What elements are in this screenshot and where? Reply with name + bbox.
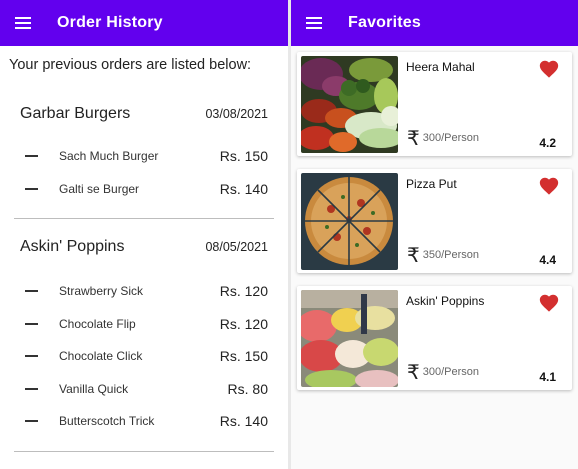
heart-icon[interactable] bbox=[538, 292, 560, 314]
item-name: Vanilla Quick bbox=[59, 381, 129, 396]
menu-button[interactable] bbox=[291, 0, 337, 46]
item-price: Rs. 120 bbox=[219, 283, 268, 300]
card-body: Heera Mahal ₹ 300/Person 4.2 bbox=[398, 56, 568, 152]
order-item: Vanilla Quick Rs. 80 bbox=[20, 373, 268, 406]
item-name: Strawberry Sick bbox=[59, 284, 144, 299]
order-item: Butterscotch Trick Rs. 140 bbox=[20, 405, 268, 438]
item-price: Rs. 140 bbox=[219, 180, 268, 197]
item-name: Chocolate Click bbox=[59, 349, 143, 364]
dash-icon bbox=[25, 155, 38, 158]
ice-cream-photo bbox=[301, 290, 398, 387]
order-divider bbox=[14, 450, 274, 452]
favorite-card[interactable]: Heera Mahal ₹ 300/Person 4.2 bbox=[297, 52, 572, 156]
restaurant-name: Askin' Poppins bbox=[20, 238, 125, 255]
page-title: Favorites bbox=[348, 14, 421, 31]
item-price: Rs. 150 bbox=[219, 348, 268, 365]
item-price: Rs. 140 bbox=[219, 413, 268, 430]
order-card: Askin' Poppins 08/05/2021 Strawberry Sic… bbox=[0, 219, 288, 452]
card-body: Pizza Put ₹ 350/Person 4.4 bbox=[398, 173, 568, 269]
order-date: 03/08/2021 bbox=[205, 107, 268, 121]
menu-icon bbox=[306, 17, 322, 29]
dash-icon bbox=[25, 322, 38, 325]
restaurant-name: Garbar Burgers bbox=[20, 105, 131, 122]
menu-icon bbox=[15, 17, 31, 29]
restaurant-name: Pizza Put bbox=[406, 177, 457, 191]
intro-text: Your previous orders are listed below: bbox=[9, 57, 252, 73]
app-bar: Order History bbox=[0, 0, 288, 46]
pizza-photo bbox=[301, 173, 398, 270]
rating: 4.4 bbox=[539, 253, 556, 267]
restaurant-name: Heera Mahal bbox=[406, 60, 475, 74]
dash-icon bbox=[25, 387, 38, 390]
app-bar: Favorites bbox=[291, 0, 578, 46]
item-name: Chocolate Flip bbox=[59, 316, 136, 331]
dash-icon bbox=[25, 290, 38, 293]
price: ₹ 350/Person bbox=[407, 246, 479, 266]
order-date: 08/05/2021 bbox=[205, 240, 268, 254]
rupee-icon: ₹ bbox=[407, 128, 420, 150]
heart-icon[interactable] bbox=[538, 175, 560, 197]
order-history-screen: Order History Your previous orders are l… bbox=[0, 0, 288, 469]
item-name: Sach Much Burger bbox=[59, 149, 159, 164]
heart-icon[interactable] bbox=[538, 58, 560, 80]
favorites-list: Heera Mahal ₹ 300/Person 4.2 Pizza Put ₹… bbox=[291, 46, 578, 390]
restaurant-name: Askin' Poppins bbox=[406, 294, 485, 308]
item-price: Rs. 150 bbox=[219, 148, 268, 165]
dash-icon bbox=[25, 187, 38, 190]
favorite-card[interactable]: Askin' Poppins ₹ 300/Person 4.1 bbox=[297, 286, 572, 390]
price-per-person: 350/Person bbox=[422, 249, 479, 261]
price-per-person: 300/Person bbox=[422, 132, 479, 144]
order-item: Chocolate Flip Rs. 120 bbox=[20, 308, 268, 341]
favorites-screen: Favorites Heera Mahal ₹ 300/Person 4.2 P… bbox=[291, 0, 578, 469]
page-title: Order History bbox=[57, 14, 163, 31]
dash-icon bbox=[25, 355, 38, 358]
item-name: Galti se Burger bbox=[59, 181, 140, 196]
menu-button[interactable] bbox=[0, 0, 46, 46]
order-header: Askin' Poppins 08/05/2021 bbox=[20, 219, 268, 275]
order-header: Garbar Burgers 03/08/2021 bbox=[20, 84, 268, 140]
rating: 4.2 bbox=[539, 136, 556, 150]
rating: 4.1 bbox=[539, 370, 556, 384]
favorite-card[interactable]: Pizza Put ₹ 350/Person 4.4 bbox=[297, 169, 572, 273]
dash-icon bbox=[25, 420, 38, 423]
item-price: Rs. 120 bbox=[219, 315, 268, 332]
price: ₹ 300/Person bbox=[407, 129, 479, 149]
order-item: Strawberry Sick Rs. 120 bbox=[20, 275, 268, 308]
price-per-person: 300/Person bbox=[422, 366, 479, 378]
order-item: Sach Much Burger Rs. 150 bbox=[20, 140, 268, 173]
order-card: Garbar Burgers 03/08/2021 Sach Much Burg… bbox=[0, 84, 288, 219]
order-item: Chocolate Click Rs. 150 bbox=[20, 340, 268, 373]
item-price: Rs. 80 bbox=[227, 380, 268, 397]
rupee-icon: ₹ bbox=[407, 362, 420, 384]
vegetables-photo bbox=[301, 56, 398, 153]
card-body: Askin' Poppins ₹ 300/Person 4.1 bbox=[398, 290, 568, 386]
item-name: Butterscotch Trick bbox=[59, 414, 155, 429]
price: ₹ 300/Person bbox=[407, 363, 479, 383]
order-item: Galti se Burger Rs. 140 bbox=[20, 173, 268, 206]
rupee-icon: ₹ bbox=[407, 245, 420, 267]
